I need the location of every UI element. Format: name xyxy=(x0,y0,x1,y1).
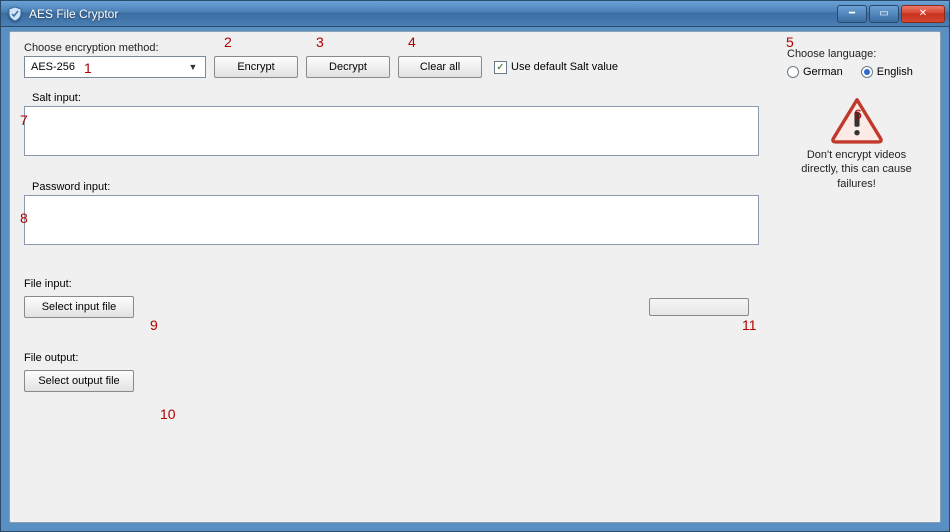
maximize-button[interactable]: ▭ xyxy=(869,5,899,23)
encryption-method-select[interactable]: AES-256 ▼ xyxy=(24,56,206,78)
warning-text: Don't encrypt videos directly, this can … xyxy=(787,148,926,191)
select-output-file-button[interactable]: Select output file xyxy=(24,370,134,392)
use-default-salt-label: Use default Salt value xyxy=(511,61,618,73)
clear-all-button[interactable]: Clear all xyxy=(398,56,482,78)
window-controls: ━ ▭ ✕ xyxy=(835,5,945,23)
language-english-label: English xyxy=(877,66,913,78)
encryption-method-label: Choose encryption method: xyxy=(24,42,759,54)
chevron-down-icon: ▼ xyxy=(185,62,201,72)
language-german-label: German xyxy=(803,66,843,78)
encryption-method-value: AES-256 xyxy=(31,61,75,73)
close-button[interactable]: ✕ xyxy=(901,5,945,23)
decrypt-button[interactable]: Decrypt xyxy=(306,56,390,78)
password-input[interactable] xyxy=(24,195,759,245)
warning-icon xyxy=(830,96,884,144)
app-window: AES File Cryptor ━ ▭ ✕ Choose encryption… xyxy=(0,0,950,532)
titlebar[interactable]: AES File Cryptor ━ ▭ ✕ xyxy=(1,1,949,27)
annotation-10: 10 xyxy=(160,406,176,422)
encrypt-button[interactable]: Encrypt xyxy=(214,56,298,78)
use-default-salt-checkbox[interactable]: ✓ xyxy=(494,61,507,74)
language-german-radio[interactable]: German xyxy=(787,66,843,78)
password-input-label: Password input: xyxy=(32,181,759,193)
client-area: Choose encryption method: AES-256 ▼ Encr… xyxy=(9,31,941,523)
minimize-button[interactable]: ━ xyxy=(837,5,867,23)
language-english-radio[interactable]: English xyxy=(861,66,913,78)
app-title: AES File Cryptor xyxy=(29,7,835,21)
radio-dot xyxy=(861,66,873,78)
shield-icon xyxy=(7,6,23,22)
file-input-label: File input: xyxy=(24,278,759,290)
select-input-file-button[interactable]: Select input file xyxy=(24,296,134,318)
salt-input[interactable] xyxy=(24,106,759,156)
radio-dot xyxy=(787,66,799,78)
file-output-label: File output: xyxy=(24,352,759,364)
choose-language-label: Choose language: xyxy=(787,48,926,60)
progress-bar xyxy=(649,298,749,316)
salt-input-label: Salt input: xyxy=(32,92,759,104)
